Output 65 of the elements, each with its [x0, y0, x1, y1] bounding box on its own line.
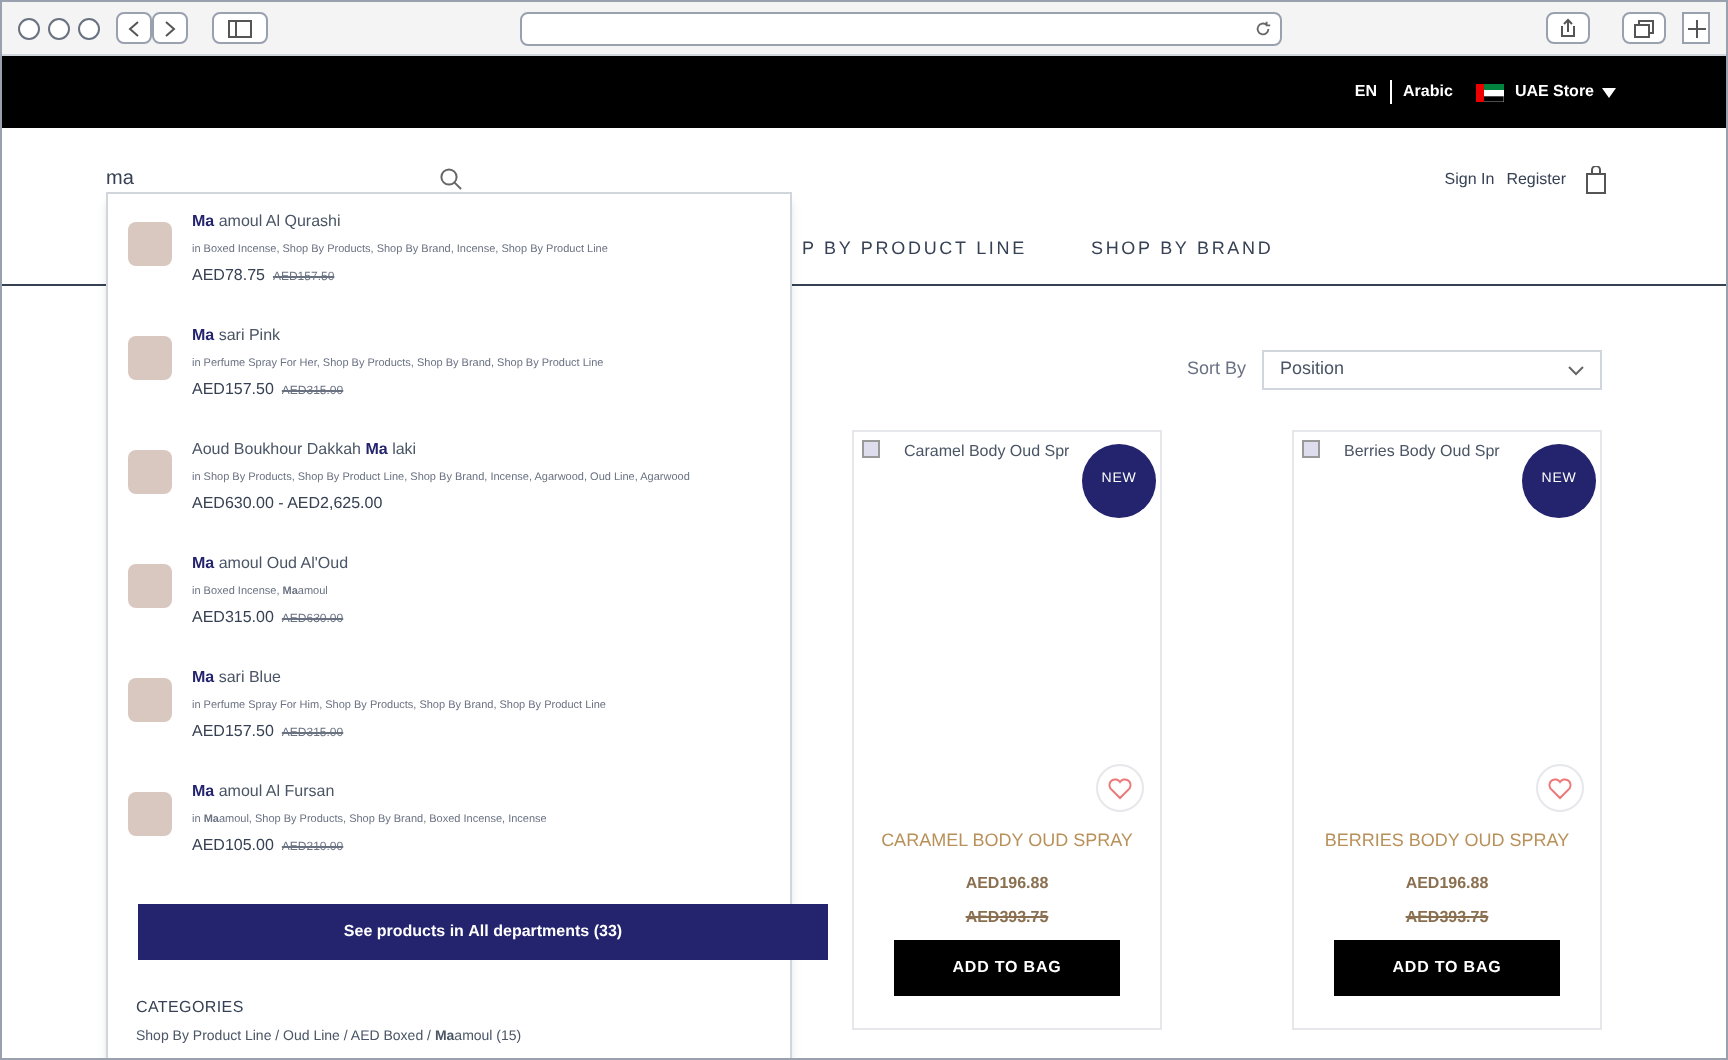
categories-heading: CATEGORIES: [136, 996, 246, 1020]
sort-select[interactable]: Position: [1262, 350, 1602, 390]
heart-icon: [1548, 777, 1572, 799]
tabs-icon: [1634, 19, 1654, 37]
suggestion-title: Ma amoul Al Qurashi: [192, 210, 343, 234]
forward-button[interactable]: [152, 12, 188, 44]
add-to-bag-button[interactable]: ADD TO BAG: [1334, 939, 1560, 995]
shopping-bag-icon: [1586, 166, 1606, 194]
chevron-right-icon: [164, 19, 176, 37]
chevron-left-icon: [128, 19, 140, 37]
account-link[interactable]: Register: [1506, 168, 1566, 192]
suggestion-title: Aoud Boukhour Dakkah Ma laki: [192, 438, 419, 462]
share-icon: [1560, 18, 1576, 38]
flag-icon: [1476, 83, 1505, 101]
product-thumbnail: [128, 450, 172, 494]
old-price: AED393.75: [965, 905, 1049, 929]
product-thumbnail: [128, 336, 172, 380]
image-alt-text: Caramel Body Oud Spr: [904, 440, 1070, 464]
suggestion-price: AED630.00 - AED2,625.00: [192, 492, 383, 517]
broken-image-icon: [1302, 440, 1320, 458]
suggestion-price: AED78.75: [192, 264, 265, 289]
language-link[interactable]: EN: [1354, 80, 1378, 104]
suggestion-price: AED157.50: [192, 720, 274, 745]
product-thumbnail: [128, 564, 172, 608]
share-button[interactable]: [1546, 12, 1590, 44]
wishlist-button[interactable]: [1096, 764, 1144, 812]
store-selector[interactable]: UAE Store: [1514, 80, 1616, 104]
wishlist-button[interactable]: [1536, 764, 1584, 812]
address-bar[interactable]: [520, 11, 1282, 45]
tabs-button[interactable]: [1622, 12, 1666, 44]
new-tab-button[interactable]: [1682, 12, 1710, 44]
caret-icon: [1602, 87, 1616, 97]
back-button[interactable]: [116, 12, 152, 44]
product-thumbnail: [128, 678, 172, 722]
image-alt-text: Berries Body Oud Spr: [1344, 440, 1500, 464]
suggestion-price: AED105.00: [192, 834, 274, 859]
suggestion-title: Ma amoul Al Fursan: [192, 780, 337, 804]
window-control-icon[interactable]: [18, 17, 40, 39]
product-price: AED196.88: [1405, 871, 1489, 895]
language-link[interactable]: Arabic: [1403, 80, 1453, 104]
heart-icon: [1108, 777, 1132, 799]
broken-image-icon: [862, 440, 880, 458]
search-icon: [440, 168, 462, 190]
reload-icon: [1254, 19, 1272, 37]
chevron-down-icon: [1568, 365, 1584, 375]
window-control-icon[interactable]: [78, 17, 100, 39]
plus-icon: [1687, 19, 1705, 37]
sidebar-icon: [228, 19, 252, 37]
nav-link[interactable]: P BY PRODUCT LINE: [802, 236, 1027, 264]
suggestion-price: AED315.00: [192, 606, 274, 631]
product-thumbnail: [128, 222, 172, 266]
suggestion-title: Ma sari Blue: [192, 666, 283, 690]
suggestion-title: Ma amoul Oud Al'Oud: [192, 552, 349, 576]
sort-label: Sort By: [1186, 356, 1246, 383]
see-all-button[interactable]: See products in All departments (33): [138, 904, 828, 960]
window-control-icon[interactable]: [48, 17, 70, 39]
product-thumbnail: [128, 792, 172, 836]
suggestion-price: AED157.50: [192, 378, 274, 403]
suggestion-title: Ma sari Pink: [192, 324, 283, 348]
product-price: AED196.88: [965, 871, 1049, 895]
old-price: AED393.75: [1405, 905, 1489, 929]
add-to-bag-button[interactable]: ADD TO BAG: [894, 939, 1120, 995]
account-link[interactable]: Sign In: [1444, 168, 1495, 192]
sidebar-button[interactable]: [212, 12, 268, 44]
nav-link[interactable]: SHOP BY BRAND: [1090, 236, 1274, 264]
